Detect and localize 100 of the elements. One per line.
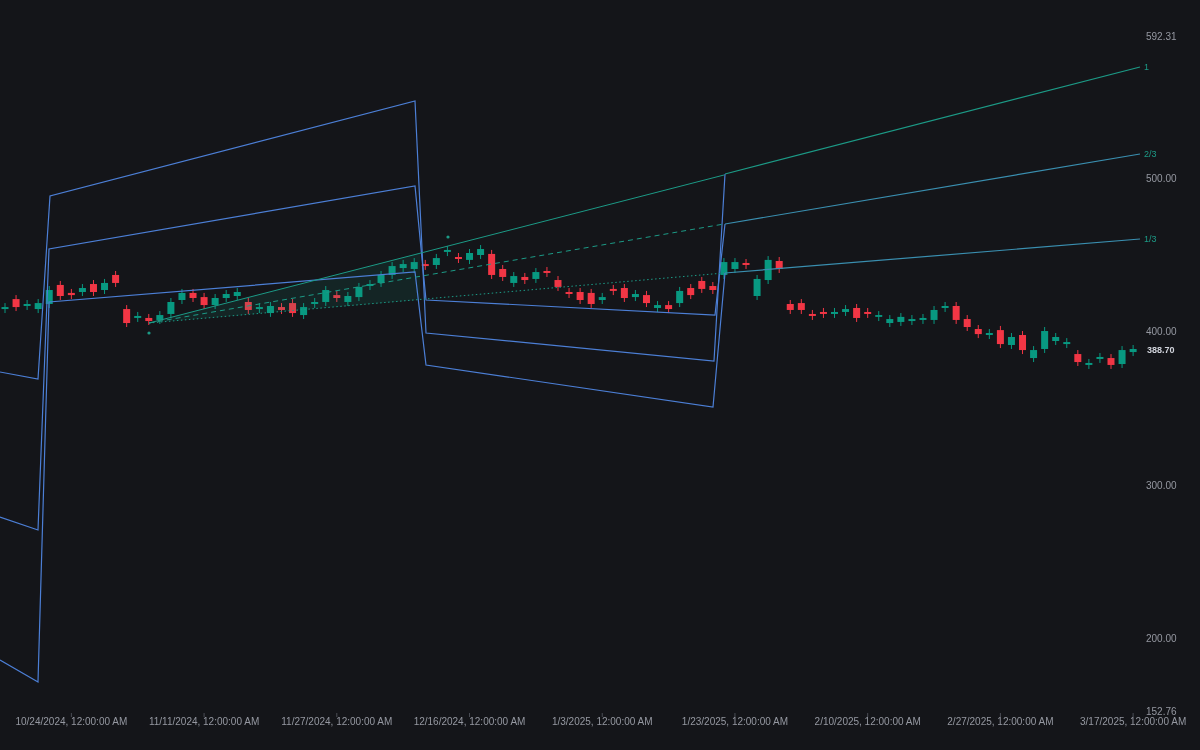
date-label: 2/10/2025, 12:00:00 AM (814, 716, 921, 727)
price-label: 500.00 (1146, 172, 1177, 184)
candle (67, 288, 75, 300)
candle (521, 272, 529, 285)
candle (565, 287, 573, 299)
candle (897, 312, 905, 327)
candle (156, 310, 164, 325)
candle (45, 285, 53, 309)
candle (477, 244, 485, 260)
date-label: 11/11/2024, 12:00:00 AM (148, 716, 260, 727)
candle (178, 288, 186, 305)
candle (466, 248, 473, 265)
candle (831, 307, 838, 319)
candle (388, 261, 396, 280)
price-label: 152.76 (1146, 706, 1177, 717)
candle (1030, 345, 1038, 363)
fan-level-label: 2/3 (1144, 149, 1157, 159)
candle (421, 259, 429, 271)
candle (742, 258, 750, 270)
candle (786, 299, 794, 315)
candle (499, 264, 507, 282)
candle (775, 256, 783, 274)
candle (974, 324, 982, 339)
candle (12, 294, 20, 312)
candle (963, 314, 971, 332)
candle (919, 313, 927, 325)
candle (620, 283, 628, 303)
candle (875, 310, 883, 322)
candle (709, 281, 717, 295)
candle (488, 249, 496, 280)
candle (598, 292, 606, 305)
candle (554, 275, 562, 292)
candle (886, 314, 894, 328)
candle (322, 285, 330, 307)
candle (687, 283, 695, 300)
date-label: 11/27/2024, 12:00:00 AM (281, 716, 393, 727)
candle (90, 279, 97, 297)
candle (189, 288, 197, 303)
candle (244, 297, 252, 315)
candle (797, 298, 805, 315)
candle (145, 313, 153, 326)
candle (665, 300, 673, 314)
date-label: 10/24/2024, 12:00:00 AM (15, 716, 128, 727)
candle (1074, 349, 1082, 367)
candle (532, 267, 540, 284)
price-label: 592.31 (1146, 31, 1177, 42)
candle (443, 245, 451, 257)
candle (1041, 326, 1049, 354)
candle (255, 302, 263, 314)
candle (864, 307, 872, 319)
fan-level-label: 1 (1144, 62, 1149, 72)
candle (941, 301, 949, 313)
candle (1096, 352, 1104, 364)
candle (1, 302, 9, 314)
candle (819, 307, 827, 319)
date-label: 1/23/2025, 12:00:00 AM (681, 716, 789, 727)
candle (1118, 345, 1126, 369)
price-label: 300.00 (1146, 479, 1177, 491)
candle (222, 289, 230, 303)
candle (211, 293, 219, 310)
candle (410, 257, 418, 274)
candle (908, 314, 916, 326)
candle (543, 266, 551, 278)
candle (510, 271, 518, 288)
fan-level-label: 1/3 (1144, 234, 1157, 244)
candle (56, 280, 64, 301)
candle (333, 290, 341, 303)
date-label: 2/27/2025, 12:00:00 AM (947, 716, 1054, 727)
candle (842, 304, 850, 317)
candle (454, 252, 462, 264)
candle (698, 276, 706, 294)
price-label: 400.00 (1146, 326, 1177, 338)
candle (853, 303, 861, 323)
candle (609, 284, 617, 296)
candle (200, 292, 208, 310)
candle (167, 297, 175, 319)
candle (1085, 358, 1093, 370)
candle (78, 283, 86, 297)
candle (112, 270, 120, 288)
date-label: 3/17/2025, 12:00:00 AM (1080, 716, 1187, 727)
last-price-label: 388.70 (1147, 345, 1175, 355)
candle (985, 328, 993, 340)
candle (643, 290, 650, 308)
candle (311, 297, 319, 309)
candle (1019, 330, 1026, 355)
candle (676, 286, 684, 308)
candle (289, 298, 297, 318)
candle (996, 325, 1004, 349)
candle (1052, 332, 1060, 346)
candle (123, 304, 131, 328)
candle (344, 291, 352, 307)
candle (753, 274, 761, 301)
candle (1129, 344, 1137, 357)
candle (23, 299, 31, 311)
candle (587, 288, 595, 309)
candle (233, 287, 241, 301)
candle (399, 259, 407, 273)
candle (952, 301, 960, 325)
candle (278, 302, 285, 315)
candle (731, 257, 739, 274)
